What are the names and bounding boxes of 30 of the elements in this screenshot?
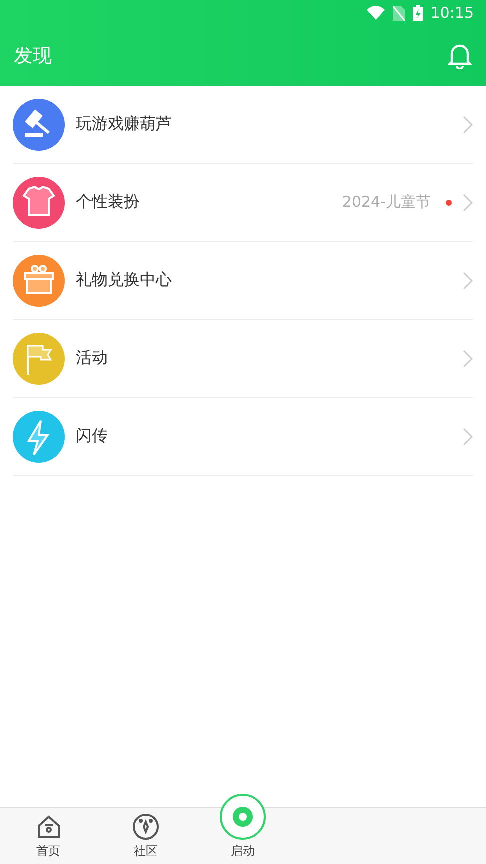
- battery-icon: [412, 5, 423, 21]
- menu-row[interactable]: 活动: [13, 320, 473, 398]
- chevron-icon: [463, 116, 473, 134]
- menu-row[interactable]: 个性装扮 2024-儿童节: [13, 164, 473, 242]
- tab-label: 启动: [230, 843, 255, 860]
- status-time: 10:15: [430, 4, 474, 22]
- menu-row[interactable]: 玩游戏赚葫芦: [13, 86, 473, 164]
- wifi-icon: [366, 6, 385, 20]
- nav-tab[interactable]: 首页: [34, 813, 63, 864]
- row-label: 礼物兑换中心: [76, 270, 173, 291]
- launch-button[interactable]: [220, 794, 266, 840]
- row-note: 2024-儿童节: [342, 193, 431, 212]
- ring-icon: [230, 805, 255, 829]
- row-label: 玩游戏赚葫芦: [76, 114, 173, 135]
- menu-row[interactable]: 礼物兑换中心: [13, 242, 473, 320]
- page-title: 发现: [14, 44, 52, 69]
- tab-label: 社区: [134, 843, 158, 860]
- chevron-icon: [463, 428, 473, 446]
- row-label: 闪传: [76, 426, 109, 447]
- chevron-icon: [463, 272, 473, 290]
- menu-row[interactable]: 闪传: [13, 398, 473, 476]
- row-label: 活动: [76, 348, 109, 369]
- nav-tab[interactable]: 社区: [132, 813, 160, 864]
- chevron-icon: [463, 350, 473, 368]
- no-sim-icon: [392, 6, 405, 20]
- chevron-icon: [463, 194, 473, 212]
- nav-tab[interactable]: 启动: [230, 843, 255, 864]
- bell-icon[interactable]: [448, 43, 472, 69]
- tab-label: 首页: [36, 843, 61, 860]
- row-label: 个性装扮: [76, 192, 141, 213]
